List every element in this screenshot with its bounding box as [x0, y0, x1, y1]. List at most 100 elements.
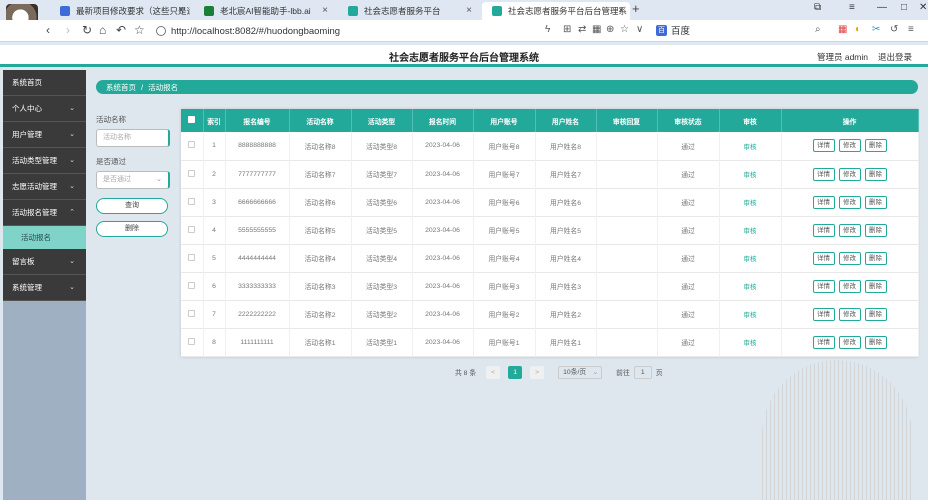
sidebar-item-volunteer-activities[interactable]: 志愿活动管理 ⌄ [3, 174, 86, 200]
forward-icon[interactable]: › [66, 23, 70, 37]
audit-link[interactable]: 审核 [719, 188, 782, 216]
delete-row-button[interactable]: 删除 [864, 167, 887, 181]
close-icon[interactable]: × [178, 5, 184, 16]
edit-button[interactable]: 修改 [838, 139, 861, 153]
browser-tab-1[interactable]: 最新项目修改要求（这些只是适 × [50, 2, 190, 20]
detail-button[interactable]: 详情 [812, 279, 835, 293]
detail-button[interactable]: 详情 [812, 251, 835, 265]
delete-button[interactable]: 删除 [96, 221, 168, 237]
browser-tab-4[interactable]: 社会志愿者服务平台后台管理系 × [482, 2, 630, 20]
row-checkbox[interactable] [181, 272, 204, 300]
cell-user: 用户姓名8 [535, 132, 597, 160]
query-button[interactable]: 查询 [96, 198, 168, 214]
sidebar-item-registrations[interactable]: 活动报名管理 ⌃ [3, 200, 86, 226]
undo-history-icon[interactable]: ↺ [890, 24, 898, 35]
home-icon[interactable]: ⌂ [99, 23, 106, 37]
audit-link[interactable]: 审核 [719, 132, 782, 160]
audit-link[interactable]: 审核 [719, 328, 782, 356]
maximize-icon[interactable]: □ [901, 2, 907, 13]
row-checkbox[interactable] [181, 300, 204, 328]
moon-icon[interactable]: ◐ [855, 24, 861, 35]
audit-link[interactable]: 审核 [719, 300, 782, 328]
select-all-checkbox[interactable] [181, 109, 204, 132]
sidebar-item-message-board[interactable]: 留言板 ⌄ [3, 249, 86, 275]
audit-link[interactable]: 审核 [719, 272, 782, 300]
search-engine[interactable]: 百 百度 [656, 23, 690, 37]
edit-button[interactable]: 修改 [838, 279, 861, 293]
sidebar-item-system[interactable]: 系统管理 ⌄ [3, 275, 86, 301]
delete-row-button[interactable]: 删除 [864, 223, 887, 237]
breadcrumb-home[interactable]: 系统首页 [106, 82, 136, 93]
search-icon[interactable]: ⌕ [815, 24, 821, 35]
lightning-icon[interactable]: ϟ [545, 24, 550, 35]
sidebar-item-users[interactable]: 用户管理 ⌄ [3, 122, 86, 148]
pass-status-select[interactable]: 是否通过 ⌄ [96, 171, 170, 189]
detail-button[interactable]: 详情 [812, 167, 835, 181]
url-field[interactable]: http://localhost:8082/#/huodongbaoming [156, 23, 340, 39]
row-checkbox[interactable] [181, 216, 204, 244]
zoom-icon[interactable]: ⊕ [606, 24, 614, 35]
delete-row-button[interactable]: 删除 [864, 251, 887, 265]
edit-button[interactable]: 修改 [838, 167, 861, 181]
sidebar-item-activity-types[interactable]: 活动类型管理 ⌄ [3, 148, 86, 174]
close-icon[interactable]: × [322, 5, 328, 16]
reload-icon[interactable]: ↻ [82, 23, 92, 37]
delete-row-button[interactable]: 删除 [864, 139, 887, 153]
favorite-icon[interactable]: ☆ [620, 24, 629, 35]
row-checkbox[interactable] [181, 188, 204, 216]
row-checkbox[interactable] [181, 328, 204, 356]
sidebar-subitem-registration[interactable]: 活动报名 [3, 226, 86, 249]
close-icon[interactable]: × [618, 5, 624, 16]
detail-button[interactable]: 详情 [812, 335, 835, 349]
audit-link[interactable]: 审核 [719, 216, 782, 244]
activity-name-input[interactable]: 活动名称 [96, 129, 170, 147]
sidebar-item-home[interactable]: 系统首页 [3, 70, 86, 96]
logout-link[interactable]: 退出登录 [878, 51, 912, 63]
grid-icon[interactable]: ▦ [592, 24, 601, 35]
goto-page-input[interactable]: 1 [633, 365, 652, 379]
prev-page-button[interactable]: < [486, 365, 501, 379]
new-tab-icon[interactable]: + [632, 1, 640, 16]
edit-button[interactable]: 修改 [838, 335, 861, 349]
audit-link[interactable]: 审核 [719, 244, 782, 272]
detail-button[interactable]: 详情 [812, 223, 835, 237]
edit-button[interactable]: 修改 [838, 223, 861, 237]
page-1-button[interactable]: 1 [508, 365, 523, 379]
window-close-icon[interactable]: ✕ [919, 2, 927, 13]
minimize-icon[interactable]: — [877, 2, 887, 13]
delete-row-button[interactable]: 删除 [864, 195, 887, 209]
delete-row-button[interactable]: 删除 [864, 307, 887, 321]
col-user: 用户姓名 [535, 109, 597, 132]
undo-icon[interactable]: ↶ [116, 23, 126, 37]
next-page-button[interactable]: > [530, 365, 545, 379]
apps-icon[interactable]: ▦ [838, 24, 847, 35]
star-icon[interactable]: ☆ [134, 23, 145, 37]
detail-button[interactable]: 详情 [812, 139, 835, 153]
row-checkbox[interactable] [181, 160, 204, 188]
delete-row-button[interactable]: 删除 [864, 335, 887, 349]
edit-button[interactable]: 修改 [838, 251, 861, 265]
edit-button[interactable]: 修改 [838, 307, 861, 321]
page-size-select[interactable]: 10条/页 ⌄ [558, 365, 603, 379]
delete-row-button[interactable]: 删除 [864, 279, 887, 293]
site-info-icon[interactable] [156, 26, 166, 36]
qr-icon[interactable]: ⊞ [563, 24, 571, 35]
close-icon[interactable]: × [466, 5, 472, 16]
scissors-icon[interactable]: ✂ [872, 24, 880, 35]
translate-icon[interactable]: ⇄ [578, 24, 586, 35]
back-icon[interactable]: ‹ [46, 23, 50, 37]
chevron-down-icon[interactable]: ∨ [636, 24, 643, 35]
browser-tab-3[interactable]: 社会志愿者服务平台 × [338, 2, 478, 20]
hamburger-icon[interactable]: ≡ [908, 24, 914, 35]
detail-button[interactable]: 详情 [812, 195, 835, 209]
row-checkbox[interactable] [181, 244, 204, 272]
audit-link[interactable]: 审核 [719, 160, 782, 188]
sidebar-item-profile[interactable]: 个人中心 ⌄ [3, 96, 86, 122]
edit-button[interactable]: 修改 [838, 195, 861, 209]
table-row: 7 2222222222 活动名称2 活动类型2 2023-04-06 用户账号2 用户姓名… [181, 300, 919, 328]
row-checkbox[interactable] [181, 132, 204, 160]
menu-icon[interactable]: ≡ [849, 2, 855, 13]
browser-tab-2[interactable]: 老北宸AI智能助手-lbb.ai × [194, 2, 334, 20]
detail-button[interactable]: 详情 [812, 307, 835, 321]
restore-icon[interactable]: ⧉ [814, 2, 821, 13]
